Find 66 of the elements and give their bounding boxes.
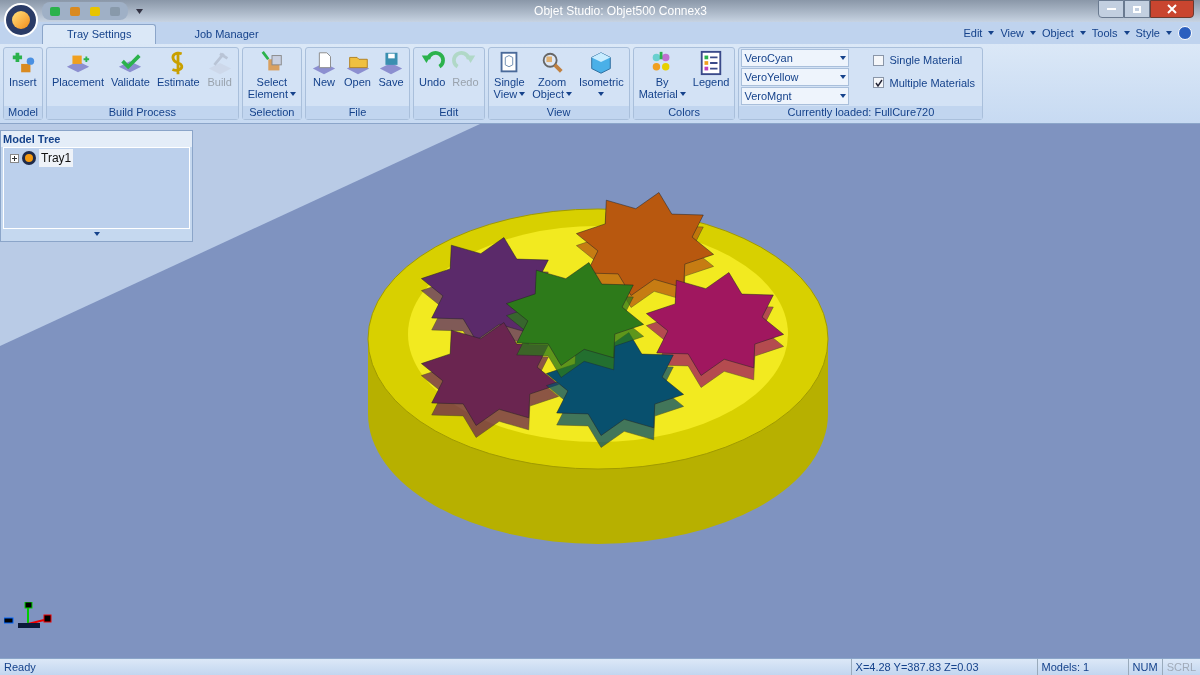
collapse-caret-icon[interactable] [93, 232, 100, 236]
ribbon-button[interactable]: Validate [107, 48, 153, 106]
ribbon-button[interactable]: New [308, 48, 341, 106]
save-disk-icon [377, 50, 404, 76]
checkbox-label: Multiple Materials [889, 75, 976, 91]
checkbox[interactable] [873, 77, 885, 89]
new-file-icon [311, 50, 338, 76]
material-dropdown[interactable]: VeroYellow [741, 68, 850, 86]
models-count: Models: 1 [1036, 658, 1128, 675]
menu-item[interactable]: Edit [963, 24, 983, 41]
ribbon-button[interactable]: Select Element [244, 48, 300, 106]
caret-icon [840, 94, 847, 98]
expand-toggle-icon[interactable] [10, 153, 19, 163]
group-label: Colors [633, 106, 735, 119]
help-icon[interactable] [1178, 25, 1192, 40]
coordinates-readout: X=4.28 Y=387.83 Z=0.03 [850, 658, 1037, 675]
menu-item[interactable]: Tools [1091, 24, 1118, 41]
close-icon [1167, 4, 1177, 14]
caret-icon [988, 30, 995, 35]
ribbon-tab[interactable]: Job Manager [156, 24, 297, 44]
menu-item[interactable]: Object [1042, 24, 1074, 41]
group-label: Edit [413, 106, 484, 119]
group-label: Model [4, 106, 42, 119]
group-label: Currently loaded: FullCure720 [739, 106, 983, 119]
panel-title: Model Tree [1, 131, 192, 147]
caret-icon [1166, 30, 1172, 35]
window-title: Objet Studio: Objet500 Connex3 [534, 3, 707, 20]
group-label: Build Process [46, 106, 238, 119]
qat-caret-icon[interactable] [136, 8, 143, 14]
caret-icon [840, 56, 847, 60]
menu-item[interactable]: Style [1135, 24, 1160, 41]
group-label: File [306, 106, 409, 119]
caret-icon [1123, 30, 1130, 35]
ribbon-button[interactable]: Placement [48, 48, 107, 106]
close-button[interactable] [1150, 0, 1194, 18]
ribbon-button[interactable]: Estimate [153, 48, 203, 106]
ribbon-button[interactable]: Save [374, 48, 407, 106]
status-message: Ready [3, 659, 37, 675]
material-dropdown[interactable]: VeroMgnt [741, 87, 850, 105]
group-label: View [488, 106, 629, 119]
restore-icon [1133, 5, 1141, 13]
ribbon-button[interactable]: Zoom Object [529, 48, 575, 106]
tree-item[interactable]: Tray1 [39, 149, 74, 167]
caret-icon [1079, 30, 1086, 35]
status-indicator: NUM [1127, 658, 1162, 675]
ribbon-button[interactable]: By Material [635, 48, 689, 106]
ribbon-button[interactable]: Open [341, 48, 374, 106]
app-orb-button[interactable] [4, 3, 38, 37]
ribbon-tab[interactable]: Tray Settings [42, 24, 157, 44]
caret-icon [1030, 30, 1037, 35]
tray-icon [22, 151, 36, 165]
menu-item[interactable]: View [1000, 24, 1025, 41]
ribbon-button[interactable]: Single View [490, 48, 529, 106]
checkbox-label: Single Material [889, 53, 963, 68]
checkbox[interactable] [873, 54, 885, 66]
minimize-button[interactable] [1098, 0, 1124, 18]
ribbon-button[interactable]: Undo [415, 48, 449, 106]
status-indicator: SCRL [1161, 658, 1200, 675]
material-dropdown[interactable]: VeroCyan [741, 49, 850, 67]
minimize-icon [1106, 8, 1116, 10]
ribbon-button[interactable]: Isometric [576, 48, 627, 106]
caret-icon [840, 75, 847, 79]
maximize-button[interactable] [1124, 0, 1150, 18]
ribbon-button[interactable]: Insert [6, 48, 40, 106]
ribbon-button[interactable]: Legend [689, 48, 733, 106]
group-label: Selection [242, 106, 302, 119]
